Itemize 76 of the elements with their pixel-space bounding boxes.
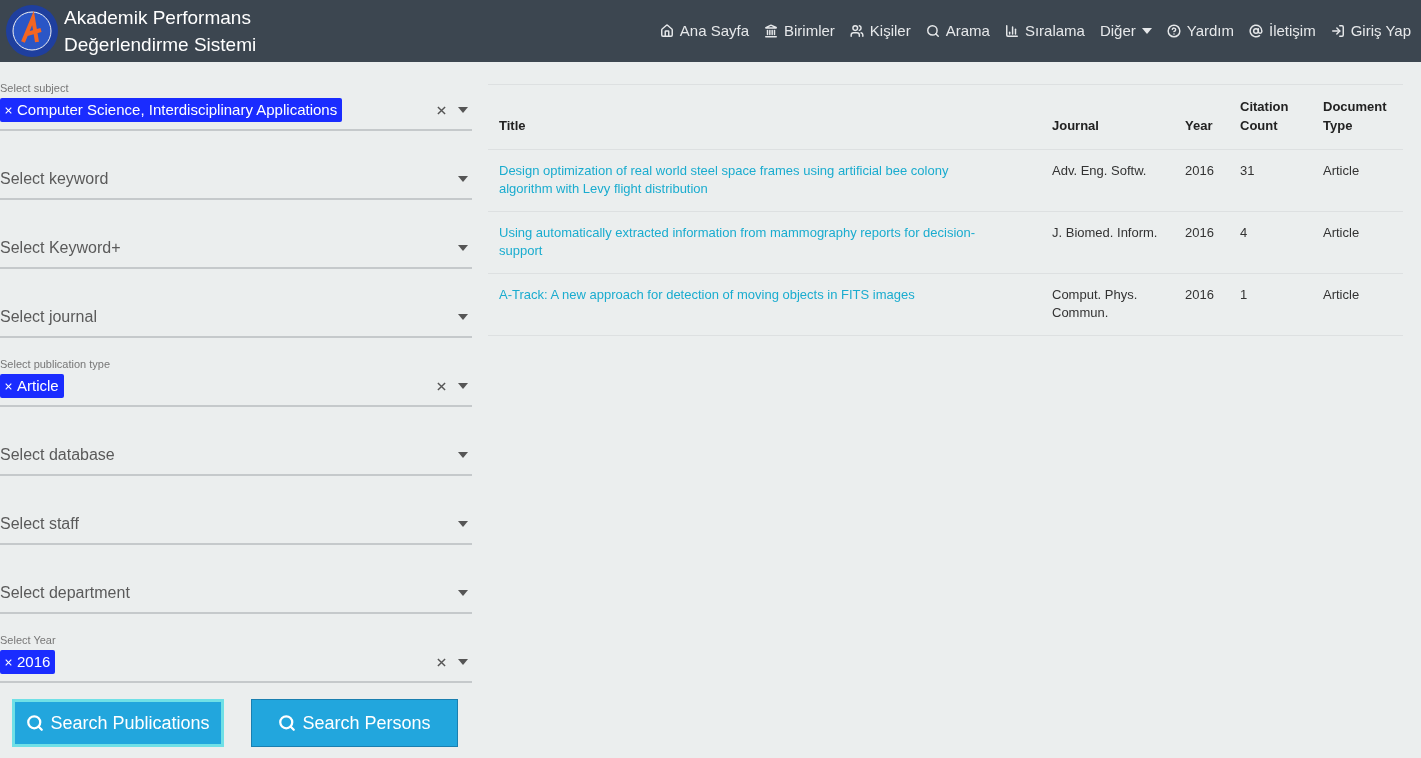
home-icon — [659, 24, 674, 38]
table-cell-text: Adv. Eng. Softw. — [1051, 162, 1148, 180]
nav-link[interactable]: Kişiler — [849, 19, 911, 43]
select-placeholder: Select department — [0, 583, 130, 603]
dropdown-caret-icon — [458, 590, 468, 596]
site-title: Değerlendirme Sistemi — [64, 33, 257, 57]
search-icon — [278, 714, 297, 732]
table-cell-text: 31 — [1239, 162, 1256, 180]
dropdown-caret-icon — [458, 176, 468, 182]
login-icon — [1330, 24, 1345, 38]
remove-icon[interactable] — [5, 106, 12, 114]
select-field[interactable]: Select keyword — [0, 131, 472, 200]
nav-link[interactable]: İletişim — [1249, 19, 1316, 43]
select-field[interactable]: Select database — [0, 407, 472, 476]
table-cell-text: 2016 — [1184, 286, 1215, 304]
table-cell-text: 2016 — [1184, 224, 1215, 242]
column-header: Year — [1184, 117, 1214, 135]
nav-link[interactable]: Sıralama — [1004, 19, 1085, 43]
select-placeholder: Select Keyword+ — [0, 238, 121, 258]
select-placeholder: Select database — [0, 445, 115, 465]
table-cell-text: 4 — [1239, 224, 1249, 242]
select-field[interactable]: Select Keyword+ — [0, 200, 472, 269]
table-cell-text: Article — [1322, 286, 1361, 304]
field-label: Select publication type — [0, 357, 112, 371]
dropdown-caret-icon — [458, 245, 468, 251]
dropdown-caret-icon — [458, 452, 468, 458]
site-title: Akademik Performans — [64, 6, 252, 30]
search-icon — [925, 24, 940, 38]
university-logo — [5, 4, 59, 58]
select-field[interactable]: Select Year 2016 — [0, 614, 472, 683]
table-cell-text: 1 — [1239, 286, 1249, 304]
dropdown-caret-icon — [458, 383, 468, 389]
select-placeholder: Select keyword — [0, 169, 109, 189]
clear-icon[interactable] — [437, 657, 446, 667]
help-icon — [1166, 24, 1181, 38]
dropdown-caret-icon — [458, 659, 468, 665]
dropdown-caret-icon — [458, 521, 468, 527]
select-placeholder: Select staff — [0, 514, 79, 534]
nav-link[interactable]: Diğer — [1099, 19, 1152, 43]
remove-icon[interactable] — [5, 658, 12, 666]
select-field[interactable]: Select department — [0, 545, 472, 614]
table-cell-text: Article — [1322, 162, 1361, 180]
search-icon — [26, 714, 45, 732]
bar-chart-icon — [1004, 24, 1019, 38]
select-field[interactable]: Select publication type Article — [0, 338, 472, 407]
select-field[interactable]: Select subject Computer Science, Interdisciplinary Applications — [0, 62, 472, 131]
column-header: Journal — [1051, 117, 1100, 135]
column-header: Document Type — [1322, 98, 1388, 135]
table-cell-text: 2016 — [1184, 162, 1215, 180]
select-field[interactable]: Select journal — [0, 269, 472, 338]
remove-icon[interactable] — [5, 382, 12, 390]
caret-icon — [1141, 28, 1152, 34]
column-header: Citation Count — [1239, 98, 1290, 135]
nav-link[interactable]: Ana Sayfa — [659, 19, 749, 43]
nav-link[interactable]: Yardım — [1166, 19, 1234, 43]
column-header: Title — [498, 117, 527, 135]
nav-link[interactable]: Giriş Yap — [1330, 19, 1411, 43]
clear-icon[interactable] — [437, 105, 446, 115]
clear-icon[interactable] — [437, 381, 446, 391]
table-cell-text: Article — [1322, 224, 1361, 242]
dropdown-caret-icon — [458, 107, 468, 113]
building-icon — [764, 24, 778, 38]
nav-link[interactable]: Birimler — [764, 19, 835, 43]
field-label: Select subject — [0, 81, 70, 95]
select-placeholder: Select journal — [0, 307, 97, 327]
selected-tag: 2016 — [0, 650, 56, 674]
field-label: Select Year — [0, 633, 57, 647]
selected-tag: Article — [0, 374, 64, 398]
users-icon — [849, 24, 864, 38]
dropdown-caret-icon — [458, 314, 468, 320]
selected-tag: Computer Science, Interdisciplinary Applications — [0, 98, 343, 122]
at-icon — [1249, 24, 1263, 38]
nav-link[interactable]: Arama — [925, 19, 990, 43]
table-cell-text: J. Biomed. Inform. — [1051, 224, 1159, 242]
table-cell-text: Comput. Phys. Commun. — [1051, 286, 1139, 322]
select-field[interactable]: Select staff — [0, 476, 472, 545]
